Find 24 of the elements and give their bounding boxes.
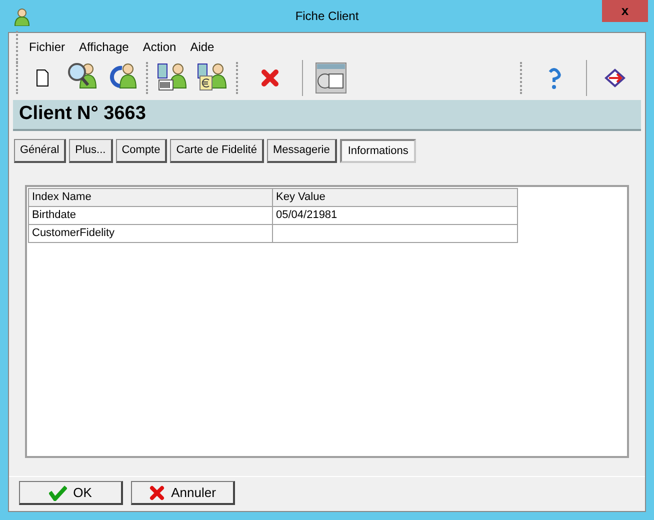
tab[interactable]: Messagerie [266,139,337,163]
tab[interactable]: Informations [340,139,416,163]
menu-item[interactable]: Fichier [22,38,72,56]
app-person-icon [14,8,30,26]
table-cell: 05/04/21981 [272,206,518,224]
tab[interactable]: Plus... [69,139,113,163]
close-button[interactable]: x [602,0,648,22]
printer-icon[interactable] [315,62,347,94]
column-header: Index Name [28,188,272,206]
tab[interactable]: Compte [116,139,168,163]
cancel-button[interactable]: Annuler [131,481,235,505]
tab[interactable]: Général [14,139,66,163]
client-header: Client N° 3663 [13,100,641,131]
menu-item[interactable]: Aide [183,38,222,56]
check-icon [49,484,68,500]
menu-item[interactable]: Action [136,38,184,56]
menu-item[interactable]: Affichage [72,38,136,56]
column-header: Key Value [272,188,518,206]
tab[interactable]: Carte de Fidelité [170,139,264,163]
window-title: Fiche Client [295,8,359,25]
cross-icon [149,484,166,500]
ok-button[interactable]: OK [19,481,123,505]
table-cell: Birthdate [28,206,272,224]
table-cell: CustomerFidelity [28,224,272,242]
